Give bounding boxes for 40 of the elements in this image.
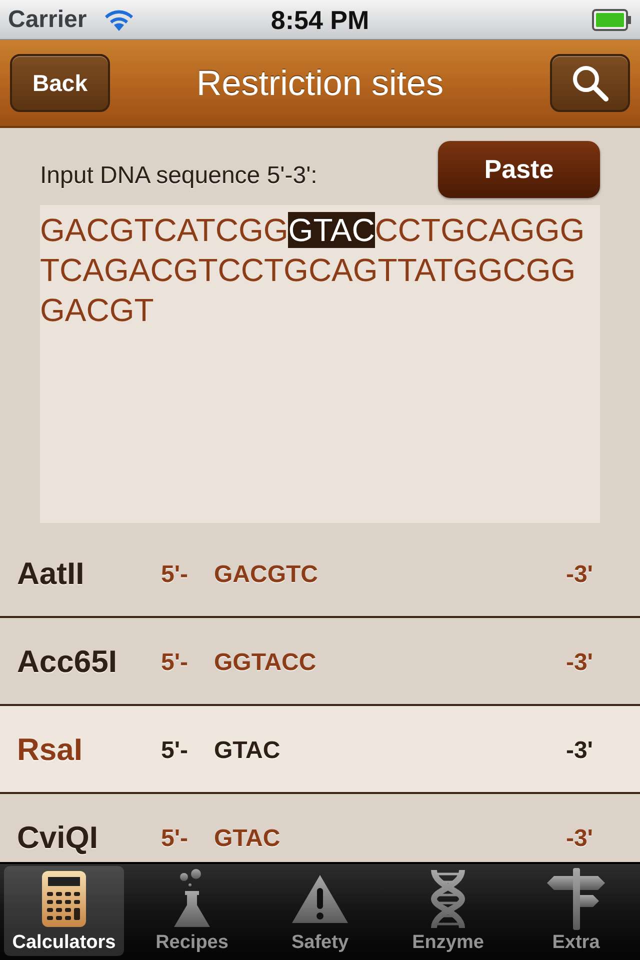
search-button[interactable] bbox=[550, 54, 630, 112]
selected-text: GTAC bbox=[288, 212, 375, 248]
enzyme-name: Acc65I bbox=[17, 646, 117, 677]
recognition-sequence: GGTACC bbox=[214, 651, 316, 675]
wifi-icon bbox=[102, 8, 135, 32]
screen-title: Restriction sites bbox=[196, 66, 444, 100]
five-prime-label: 5'- bbox=[161, 827, 188, 851]
three-prime-label: -3' bbox=[566, 651, 593, 675]
back-button[interactable]: Back bbox=[10, 54, 110, 112]
three-prime-label: -3' bbox=[566, 739, 593, 763]
flask-icon bbox=[172, 869, 212, 929]
sequence-field[interactable]: GACGTCATCGGGTACCCTGCAGGGTCAGACGTCCTGCAGTTATGGCGGGACGT bbox=[40, 205, 600, 523]
five-prime-label: 5'- bbox=[161, 739, 188, 763]
five-prime-label: 5'- bbox=[161, 563, 188, 587]
paste-button[interactable]: Paste bbox=[438, 141, 600, 198]
battery-icon bbox=[592, 8, 632, 30]
clock-time: 8:54 PM bbox=[270, 6, 370, 32]
input-label: Input DNA sequence 5'-3': bbox=[40, 164, 318, 188]
enzyme-list-row[interactable]: RsaI 5'- GTAC -3' bbox=[0, 706, 640, 794]
search-icon bbox=[570, 63, 610, 103]
enzyme-name: AatII bbox=[17, 558, 84, 589]
warning-icon bbox=[291, 874, 349, 924]
three-prime-label: -3' bbox=[566, 827, 593, 851]
tab-bar-item[interactable]: Calculators bbox=[4, 866, 124, 956]
tab-bar-item[interactable]: Enzyme bbox=[388, 866, 508, 956]
enzyme-name: RsaI bbox=[17, 734, 82, 765]
tab-bar-item[interactable]: Extra bbox=[516, 866, 636, 956]
enzyme-name: CviQI bbox=[17, 822, 98, 853]
calculator-icon bbox=[42, 871, 86, 927]
recognition-sequence: GTAC bbox=[214, 739, 280, 763]
dna-helix-icon bbox=[428, 868, 468, 930]
recognition-sequence: GTAC bbox=[214, 827, 280, 851]
carrier-name: Carrier bbox=[8, 8, 87, 32]
signpost-icon bbox=[546, 868, 606, 930]
three-prime-label: -3' bbox=[566, 563, 593, 587]
tab-bar-item[interactable]: Recipes bbox=[132, 866, 252, 956]
tab-bar-item[interactable]: Safety bbox=[260, 866, 380, 956]
five-prime-label: 5'- bbox=[161, 651, 188, 675]
recognition-sequence: GACGTC bbox=[214, 563, 318, 587]
sequence-text: GACGTCATCGGGTACCCTGCAGGGTCAGACGTCCTGCAGTTATGGCGGGACGT bbox=[40, 211, 586, 330]
